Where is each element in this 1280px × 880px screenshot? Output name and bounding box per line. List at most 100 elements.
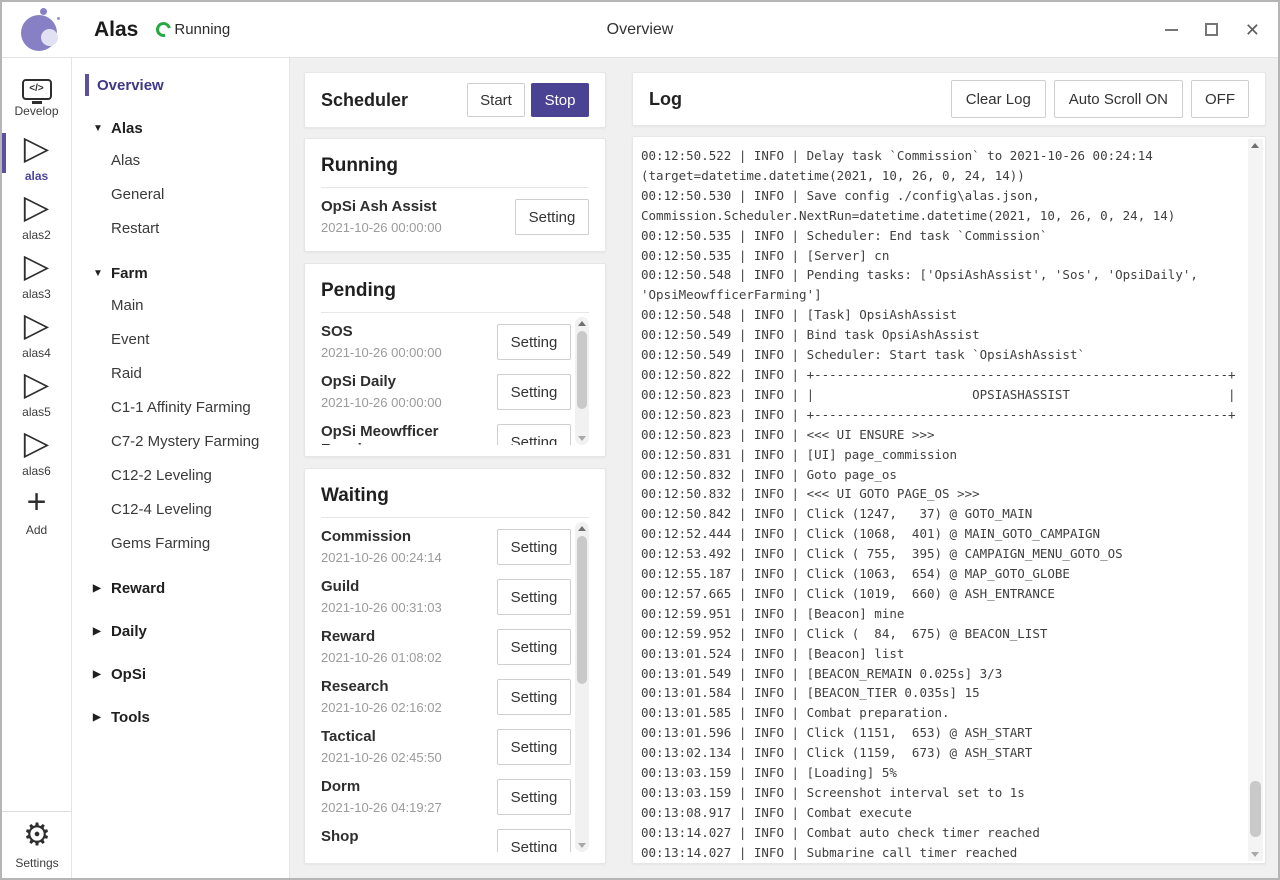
rail-item-label: alas5 [22, 405, 51, 419]
log-line: 00:13:01.549 | INFO | [BEACON_REMAIN 0.0… [641, 664, 1237, 684]
rail-item[interactable]: alas4 [2, 304, 71, 363]
task-setting-button[interactable]: Setting [497, 324, 571, 360]
settings-label: Settings [15, 856, 58, 870]
log-line: 00:12:50.822 | INFO | +-----------------… [641, 365, 1237, 385]
nav-item[interactable]: General [72, 177, 289, 211]
scroll-up-icon[interactable] [1251, 143, 1259, 148]
nav-item-label: Farm [111, 265, 148, 282]
task-next-run-time: 2021-10-26 02:16:02 [321, 700, 489, 715]
nav-item-label: Alas [111, 120, 143, 137]
task-setting-button[interactable]: Setting [497, 529, 571, 565]
log-line: 00:12:50.535 | INFO | Scheduler: End tas… [641, 226, 1237, 246]
task-setting-button[interactable]: Setting [497, 679, 571, 715]
rail-item[interactable]: Develop [2, 68, 71, 127]
nav-item[interactable]: Overview [72, 70, 289, 100]
scroll-up-icon[interactable] [578, 321, 586, 326]
nav-item-label: Tools [111, 709, 150, 726]
waiting-task-list[interactable]: Commission 2021-10-26 00:24:14 Setting G… [321, 522, 571, 852]
task-setting-button[interactable]: Setting [497, 779, 571, 815]
rail-item[interactable]: Add [2, 481, 71, 540]
nav-item-label: Daily [111, 623, 147, 640]
waiting-scrollbar[interactable] [575, 522, 589, 852]
start-button[interactable]: Start [467, 83, 525, 117]
log-line: 00:12:50.831 | INFO | [UI] page_commissi… [641, 445, 1237, 465]
rail-item[interactable]: alas6 [2, 422, 71, 481]
rail-item-settings[interactable]: ⚙ Settings [2, 811, 72, 876]
nav-item-label: C7-2 Mystery Farming [111, 433, 259, 450]
nav-item-label: Event [111, 331, 149, 348]
log-scrollbar[interactable] [1248, 139, 1263, 861]
task-info: OpSi Daily 2021-10-26 00:00:00 [321, 373, 497, 410]
scrollbar-thumb[interactable] [577, 331, 587, 409]
task-row: Research 2021-10-26 02:16:02 Setting [321, 672, 571, 722]
nav-item[interactable]: Event [72, 322, 289, 356]
nav-item[interactable]: ▶ Tools [72, 702, 289, 732]
maximize-icon[interactable] [1205, 23, 1218, 36]
rail-item[interactable]: alas [2, 127, 71, 186]
nav-item[interactable]: Gems Farming [72, 526, 289, 560]
nav-item[interactable]: Raid [72, 356, 289, 390]
pending-scrollbar[interactable] [575, 317, 589, 445]
nav-item[interactable]: Alas [72, 143, 289, 177]
log-line: 00:13:08.917 | INFO | Combat execute [641, 803, 1237, 823]
nav-item[interactable]: ▶ Reward [72, 573, 289, 603]
rail-item-icon [24, 367, 49, 401]
logo-dot [40, 8, 47, 15]
nav-item[interactable]: ▶ OpSi [72, 659, 289, 689]
minimize-icon[interactable] [1165, 29, 1178, 31]
rail-item[interactable]: alas2 [2, 186, 71, 245]
log-line: 00:12:50.530 | INFO | Save config ./conf… [641, 186, 1237, 206]
nav-item[interactable]: C1-1 Affinity Farming [72, 390, 289, 424]
nav-item-label: Alas [111, 152, 140, 169]
scroll-down-icon[interactable] [1251, 852, 1259, 857]
task-setting-button[interactable]: Setting [497, 424, 571, 445]
nav-item[interactable]: Main [72, 288, 289, 322]
task-row: Dorm 2021-10-26 04:19:27 Setting [321, 772, 571, 822]
task-setting-button[interactable]: Setting [497, 829, 571, 852]
clear-log-button[interactable]: Clear Log [951, 80, 1046, 118]
scheduler-status: Running [156, 21, 230, 38]
nav-item[interactable]: ▼ Alas [72, 113, 289, 143]
stop-button[interactable]: Stop [531, 83, 589, 117]
task-setting-button[interactable]: Setting [497, 729, 571, 765]
scrollbar-thumb[interactable] [1250, 781, 1261, 837]
instance-rail: Develop alas alas2 alas3 [2, 58, 72, 878]
log-line: 00:12:50.823 | INFO | | OPSIASHASSIST | [641, 385, 1237, 405]
task-row: Commission 2021-10-26 00:24:14 Setting [321, 522, 571, 572]
nav-item[interactable]: ▼ Farm [72, 258, 289, 288]
task-next-run-time: 2021-10-26 00:00:00 [321, 395, 489, 410]
scroll-down-icon[interactable] [578, 843, 586, 848]
task-setting-button[interactable]: Setting [497, 579, 571, 615]
task-setting-button[interactable]: Setting [497, 374, 571, 410]
log-output-area[interactable]: 00:12:50.522 | INFO | Delay task `Commis… [632, 136, 1266, 864]
scroll-down-icon[interactable] [578, 436, 586, 441]
task-info: Reward 2021-10-26 01:08:02 [321, 628, 497, 665]
app-title: Alas [94, 18, 138, 42]
app-logo [20, 8, 64, 52]
nav-item[interactable]: C7-2 Mystery Farming [72, 424, 289, 458]
pending-title: Pending [321, 276, 589, 313]
waiting-card: Waiting Commission 2021-10-26 00:24:14 S… [304, 468, 606, 864]
scroll-up-icon[interactable] [578, 526, 586, 531]
task-setting-button[interactable]: Setting [497, 629, 571, 665]
scrollbar-thumb[interactable] [577, 536, 587, 684]
nav-expand-icon: ▶ [93, 669, 111, 680]
task-next-run-time: 2021-10-26 02:45:50 [321, 750, 489, 765]
nav-item[interactable]: Restart [72, 211, 289, 245]
nav-expand-icon: ▶ [93, 712, 111, 723]
task-row: Guild 2021-10-26 00:31:03 Setting [321, 572, 571, 622]
task-name: Research [321, 678, 489, 696]
pending-task-list[interactable]: SOS 2021-10-26 00:00:00 Setting OpSi Dai… [321, 317, 571, 445]
rail-item[interactable]: alas5 [2, 363, 71, 422]
nav-item[interactable]: ▶ Daily [72, 616, 289, 646]
logo-dot [57, 17, 60, 20]
task-name: Reward [321, 628, 489, 646]
nav-item[interactable]: C12-4 Leveling [72, 492, 289, 526]
close-icon[interactable]: ✕ [1245, 21, 1260, 39]
auto-scroll-on-button[interactable]: Auto Scroll ON [1054, 80, 1183, 118]
rail-item[interactable]: alas3 [2, 245, 71, 304]
running-task-list: OpSi Ash Assist 2021-10-26 00:00:00 Sett… [321, 192, 589, 242]
task-setting-button[interactable]: Setting [515, 199, 589, 235]
nav-item[interactable]: C12-2 Leveling [72, 458, 289, 492]
auto-scroll-off-button[interactable]: OFF [1191, 80, 1249, 118]
